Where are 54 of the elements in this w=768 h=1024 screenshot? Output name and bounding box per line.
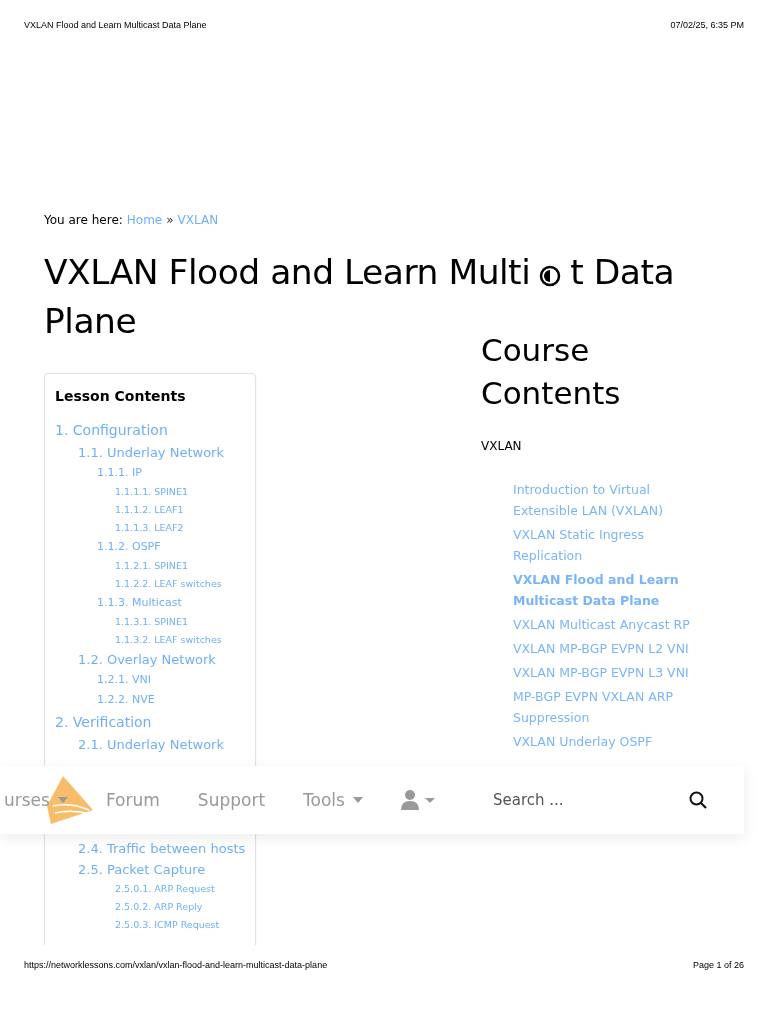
contents-link[interactable]: 1.2.1. VNI xyxy=(97,673,151,686)
page-number: Page 1 of 26 xyxy=(692,960,744,970)
sidebar-heading: Course Contents xyxy=(481,331,622,413)
contents-link[interactable]: 2.5. Packet Capture xyxy=(78,862,206,877)
breadcrumb-label: You are here: xyxy=(44,213,123,227)
contents-link[interactable]: 1.2. Overlay Network xyxy=(78,652,216,667)
lesson-link[interactable]: VXLAN Flood and Learn Multicast Data Plane xyxy=(513,569,701,611)
page-title: VXLAN Flood and Learn Multi xyxy=(44,252,531,292)
lesson-link[interactable]: VXLAN MP-BGP EVPN L2 VNI xyxy=(513,638,701,659)
account-menu-icon[interactable] xyxy=(400,790,435,810)
contents-link[interactable]: 2.5.0.3. ICMP Request xyxy=(115,919,220,930)
lesson-link[interactable]: VXLAN Underlay OSPF xyxy=(513,731,701,752)
contents-link[interactable]: 1.1.1.1. SPINE1 xyxy=(115,486,188,497)
breadcrumb-link[interactable]: VXLAN xyxy=(177,213,219,227)
contents-link[interactable]: 1.1.3. Multicast xyxy=(97,596,182,609)
lesson-link[interactable]: VXLAN Multicast Anycast RP xyxy=(513,614,701,635)
print-title: VXLAN Flood and Learn Multicast Data Plane xyxy=(24,20,207,30)
contents-link[interactable]: 2. Verification xyxy=(55,714,152,730)
contents-link[interactable]: 1.1.3.1. SPINE1 xyxy=(115,616,188,627)
page-title: t Data xyxy=(570,252,675,292)
contents-link[interactable]: 2.1. Underlay Network xyxy=(78,737,224,752)
nav-menu[interactable]: urses xyxy=(4,790,68,810)
contents-link[interactable]: 2.5.0.1. ARP Request xyxy=(115,883,215,894)
nav-menu[interactable]: Tools xyxy=(303,790,363,810)
caret-icon xyxy=(352,797,363,803)
page-url: https://networklessons.com/vxlan/vxlan-flood-and-learn-multicast-data-plane xyxy=(24,960,328,970)
breadcrumb-link[interactable]: Home xyxy=(126,213,163,227)
breadcrumb-separator: » xyxy=(166,213,174,227)
contents-link[interactable]: 2.4. Traffic between hosts xyxy=(78,841,246,856)
search-field[interactable]: Search ... xyxy=(492,791,673,809)
lesson-link[interactable]: Introduction to Virtual Extensible LAN (VXLAN) xyxy=(513,479,701,521)
course-name: VXLAN xyxy=(481,439,523,453)
contents-link[interactable]: 1.1.1.2. LEAF1 xyxy=(115,504,184,515)
caret-icon xyxy=(57,797,68,803)
lesson-link[interactable]: MP-BGP EVPN VXLAN ARP Suppression xyxy=(513,686,701,728)
page-title: Plane xyxy=(44,301,137,341)
nav-link[interactable]: Forum xyxy=(105,790,160,810)
contents-link[interactable]: 1.1. Underlay Network xyxy=(78,445,224,460)
contents-link[interactable]: 1.1.2.1. SPINE1 xyxy=(115,560,188,571)
contents-link[interactable]: 1.2.2. NVE xyxy=(97,693,155,706)
contents-link[interactable]: 1.1.3.2. LEAF switches xyxy=(115,634,222,645)
card-title: Lesson Contents xyxy=(55,388,187,404)
contrast-icon[interactable] xyxy=(539,264,562,287)
contents-link[interactable]: 1.1.2.2. LEAF switches xyxy=(115,578,222,589)
contents-link[interactable]: 1. Configuration xyxy=(55,422,168,438)
nav-link[interactable]: Support xyxy=(197,790,266,810)
contents-link[interactable]: 2.5.0.2. ARP Reply xyxy=(115,901,203,912)
contents-link[interactable]: 1.1.2. OSPF xyxy=(97,540,161,553)
contents-link[interactable]: 1.1.1. IP xyxy=(97,466,142,479)
contents-link[interactable]: 1.1.1.3. LEAF2 xyxy=(115,522,184,533)
print-date: 07/02/25, 6:35 PM xyxy=(670,20,744,30)
search-icon[interactable] xyxy=(689,791,707,809)
lesson-link[interactable]: VXLAN MP-BGP EVPN L3 VNI xyxy=(513,662,701,683)
lesson-link[interactable]: VXLAN Static Ingress Replication xyxy=(513,524,701,566)
